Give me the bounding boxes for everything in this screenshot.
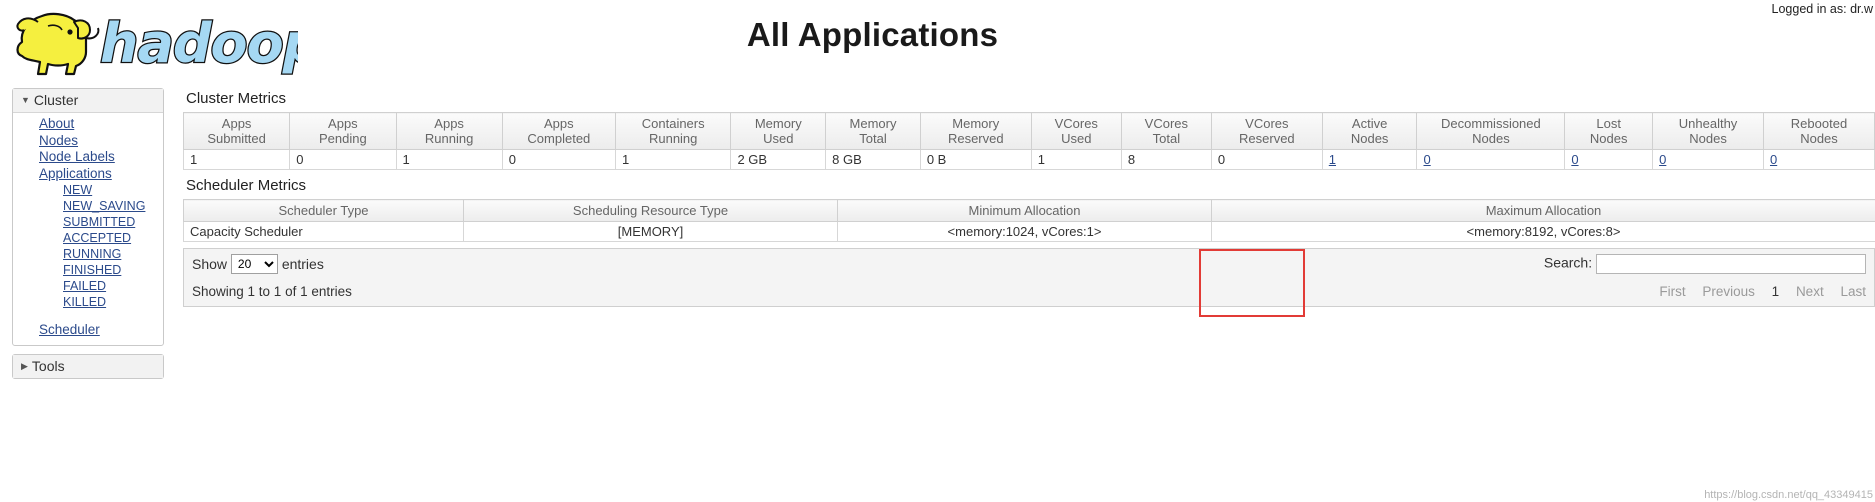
page-number-1[interactable]: 1 <box>1772 284 1780 299</box>
scheduler-metrics-value-row: Capacity Scheduler [MEMORY] <memory:1024, … <box>183 221 1875 242</box>
page-previous[interactable]: Previous <box>1702 284 1755 299</box>
scheduler-metric-value-2: <memory:1024, vCores:1> <box>837 221 1212 242</box>
cluster-metric-header-0: Apps Submitted <box>182 112 291 150</box>
entries-label: entries <box>281 256 324 272</box>
entries-summary: Showing 1 to 1 of 1 entries <box>192 284 352 299</box>
page-header: hadoop All Applications Logged in as: dr… <box>0 0 1875 92</box>
caret-right-icon: ▶ <box>21 360 28 371</box>
page-title: All Applications <box>746 16 999 53</box>
cluster-metric-value-13[interactable]: 0 <box>1564 149 1654 170</box>
applications-footer: Showing 1 to 1 of 1 entries First Previo… <box>184 279 1874 306</box>
watermark: https://blog.csdn.net/qq_43349415 <box>1704 489 1873 501</box>
sidebar-state-killed[interactable]: KILLED <box>13 294 163 310</box>
sidebar-state-new[interactable]: NEW <box>13 182 163 198</box>
scheduler-metrics-header-row: Scheduler Type Scheduling Resource Type Mi… <box>183 199 1875 222</box>
cluster-metric-value-4: 1 <box>614 149 732 170</box>
cluster-metric-link-13[interactable]: 0 <box>1571 152 1578 167</box>
login-status: Logged in as: dr.w <box>1771 2 1873 16</box>
cluster-metric-value-1: 0 <box>289 149 397 170</box>
caret-down-icon: ▼ <box>21 95 30 105</box>
cluster-metric-value-11[interactable]: 1 <box>1321 149 1418 170</box>
sidebar-cluster-header[interactable]: ▼ Cluster <box>13 89 163 113</box>
cluster-metric-value-10: 0 <box>1210 149 1323 170</box>
cluster-metric-header-4: Containers Running <box>614 112 732 150</box>
pagination: First Previous 1 Next Last <box>1646 284 1866 299</box>
sidebar-cluster-body: About Nodes Node Labels Applications NEW… <box>13 113 163 345</box>
cluster-metric-value-9: 8 <box>1120 149 1212 170</box>
applications-panel: Show 20406080100 entries Search: Showing… <box>183 248 1875 307</box>
sidebar-item-about[interactable]: About <box>13 116 163 133</box>
cluster-metric-header-14: Unhealthy Nodes <box>1652 112 1764 150</box>
page-first[interactable]: First <box>1659 284 1685 299</box>
cluster-metric-header-3: Apps Completed <box>501 112 616 150</box>
search-label: Search: <box>1543 254 1593 271</box>
cluster-metric-value-12[interactable]: 0 <box>1416 149 1566 170</box>
scheduler-metric-header-3: Maximum Allocation <box>1211 199 1875 222</box>
sidebar-tools-header[interactable]: ▶ Tools <box>13 354 163 378</box>
cluster-metric-link-14[interactable]: 0 <box>1659 152 1666 167</box>
cluster-metric-value-6: 8 GB <box>825 149 921 170</box>
scheduler-metrics-table: Scheduler Type Scheduling Resource Type Mi… <box>183 199 1875 242</box>
sidebar-state-failed[interactable]: FAILED <box>13 278 163 294</box>
cluster-metrics-table: Apps Submitted Apps Pending Apps Running Apps C… <box>182 112 1875 170</box>
cluster-metric-value-3: 0 <box>501 149 616 170</box>
show-entries-control: Show 20406080100 entries <box>192 254 324 274</box>
sidebar-tools-label: Tools <box>31 357 65 374</box>
cluster-metric-header-8: VCores Used <box>1030 112 1122 150</box>
cluster-metric-value-15[interactable]: 0 <box>1762 149 1875 170</box>
search-control: Search: <box>1544 254 1866 274</box>
show-label: Show <box>192 256 228 272</box>
cluster-metric-header-7: Memory Reserved <box>919 112 1032 150</box>
cluster-metric-value-8: 1 <box>1030 149 1122 170</box>
sidebar-tools-block: ▶ Tools <box>12 353 164 379</box>
scheduler-metric-value-0: Capacity Scheduler <box>183 221 464 242</box>
cluster-metric-value-2: 1 <box>395 149 503 170</box>
cluster-metric-header-1: Apps Pending <box>289 112 397 150</box>
cluster-metric-header-6: Memory Total <box>825 112 921 150</box>
sidebar-state-accepted[interactable]: ACCEPTED <box>13 230 163 246</box>
cluster-metric-header-11: Active Nodes <box>1321 112 1418 150</box>
cluster-metric-value-5: 2 GB <box>730 149 827 170</box>
scheduler-metric-header-1: Scheduling Resource Type <box>463 199 838 222</box>
sidebar-item-node-labels[interactable]: Node Labels <box>13 149 163 166</box>
applications-toolbar: Show 20406080100 entries Search: <box>184 249 1874 279</box>
entries-select[interactable]: 20406080100 <box>230 254 278 274</box>
scheduler-metric-value-3: <memory:8192, vCores:8> <box>1211 221 1875 242</box>
page-last[interactable]: Last <box>1840 284 1866 299</box>
cluster-metric-header-2: Apps Running <box>395 112 503 150</box>
cluster-metrics-title: Cluster Metrics <box>186 90 287 107</box>
sidebar-state-new-saving[interactable]: NEW_SAVING <box>13 198 163 214</box>
sidebar-item-scheduler[interactable]: Scheduler <box>13 322 163 339</box>
cluster-metric-header-10: VCores Reserved <box>1210 112 1323 150</box>
scheduler-metric-header-0: Scheduler Type <box>183 199 464 222</box>
cluster-metric-header-12: Decommissioned Nodes <box>1416 112 1566 150</box>
scheduler-metric-header-2: Minimum Allocation <box>837 199 1212 222</box>
sidebar-item-applications[interactable]: Applications <box>13 166 163 183</box>
cluster-metric-value-7: 0 B <box>919 149 1032 170</box>
cluster-metric-header-9: VCores Total <box>1120 112 1212 150</box>
cluster-metric-link-12[interactable]: 0 <box>1423 152 1430 167</box>
main-content: Cluster Metrics Apps Submitted Apps Pending… <box>182 88 1875 307</box>
sidebar-cluster-block: ▼ Cluster About Nodes Node Labels Applica… <box>12 88 164 346</box>
scheduler-metrics-title: Scheduler Metrics <box>186 177 307 194</box>
sidebar-state-running[interactable]: RUNNING <box>13 246 163 262</box>
sidebar-state-submitted[interactable]: SUBMITTED <box>13 214 163 230</box>
cluster-metrics-value-row: 101012 GB 8 GB 0 B18010000 <box>182 149 1875 170</box>
cluster-metric-value-14[interactable]: 0 <box>1652 149 1764 170</box>
cluster-metric-link-11[interactable]: 1 <box>1329 152 1336 167</box>
cluster-metric-header-15: Rebooted Nodes <box>1762 112 1875 150</box>
sidebar-cluster-label: Cluster <box>33 92 79 108</box>
scheduler-metric-value-1: [MEMORY] <box>463 221 838 242</box>
cluster-metric-header-13: Lost Nodes <box>1564 112 1654 150</box>
page-next[interactable]: Next <box>1796 284 1824 299</box>
cluster-metric-link-15[interactable]: 0 <box>1770 152 1777 167</box>
sidebar: ▼ Cluster About Nodes Node Labels Applica… <box>12 88 164 387</box>
cluster-metric-value-0: 1 <box>182 149 291 170</box>
search-input[interactable] <box>1596 254 1866 274</box>
sidebar-state-finished[interactable]: FINISHED <box>13 262 163 278</box>
sidebar-item-nodes[interactable]: Nodes <box>13 133 163 150</box>
cluster-metric-header-5: Memory Used <box>730 112 827 150</box>
cluster-metrics-header-row: Apps Submitted Apps Pending Apps Running Apps C… <box>182 112 1875 150</box>
